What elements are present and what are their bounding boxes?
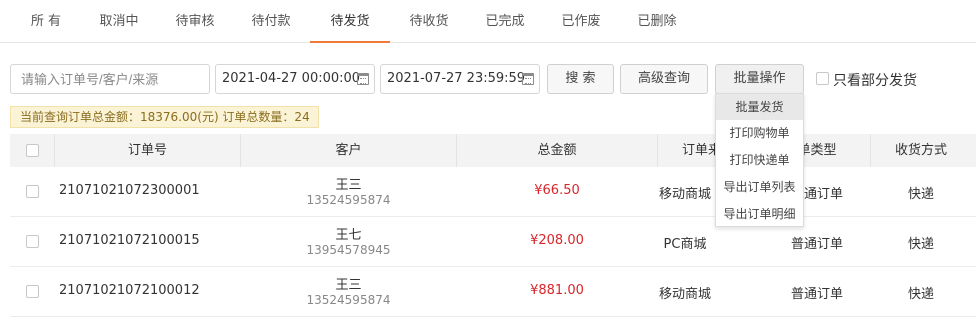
- tab-pending-shipment[interactable]: 待发货: [310, 0, 390, 43]
- calendar-icon[interactable]: [357, 73, 369, 85]
- tab-pending-shipment-label: 待发货: [330, 14, 370, 29]
- order-amount: ¥881.00: [530, 283, 584, 298]
- customer-name: 王三: [335, 178, 362, 193]
- header-customer: 客户: [335, 143, 362, 158]
- order-type: 普通订单: [790, 237, 843, 252]
- tab-deleted[interactable]: 已删除: [626, 0, 688, 43]
- search-input[interactable]: [10, 64, 210, 94]
- order-type: 普通订单: [790, 287, 843, 302]
- only-partial-shipment-checkbox[interactable]: [816, 72, 829, 85]
- tab-cancelling[interactable]: 取消中: [88, 0, 150, 43]
- table-row[interactable]: 21071021072100015 王七 13954578945 ¥208.00…: [10, 217, 976, 267]
- header-delivery-method: 收货方式: [894, 143, 947, 158]
- batch-operations-button[interactable]: 批量操作: [715, 64, 804, 94]
- tab-pending-receipt[interactable]: 待收货: [398, 0, 460, 43]
- order-status-tabs: 所 有 取消中 待审核 待付款 待发货 待收货 已完成 已作废 已删除: [0, 0, 976, 43]
- order-amount: ¥208.00: [530, 233, 584, 248]
- table-row[interactable]: 21071021072100012 王三 13524595874 ¥881.00…: [10, 267, 976, 317]
- delivery-method: 快递: [907, 287, 934, 302]
- start-date-field[interactable]: 2021-04-27 00:00:00: [215, 64, 375, 94]
- tab-pending-payment[interactable]: 待付款: [240, 0, 302, 43]
- delivery-method: 快递: [907, 237, 934, 252]
- select-all-checkbox[interactable]: [26, 144, 39, 157]
- order-amount: ¥66.50: [534, 183, 580, 198]
- customer-phone: 13954578945: [306, 243, 391, 257]
- tab-voided[interactable]: 已作废: [550, 0, 612, 43]
- customer-phone: 13524595874: [306, 193, 391, 207]
- order-number[interactable]: 21071021072100015: [59, 233, 200, 248]
- search-button[interactable]: 搜 索: [547, 64, 614, 94]
- menu-item-export-order-details[interactable]: 导出订单明细: [716, 201, 803, 227]
- batch-operations-menu: 批量发货 打印购物单 打印快递单 导出订单列表 导出订单明细: [715, 93, 804, 227]
- only-partial-shipment-label: 只看部分发货: [833, 73, 917, 89]
- menu-item-batch-ship[interactable]: 批量发货: [716, 94, 803, 120]
- row-checkbox[interactable]: [26, 285, 39, 298]
- customer-name: 王三: [335, 278, 362, 293]
- customer-phone: 13524595874: [306, 293, 391, 307]
- end-date-value: 2021-07-27 23:59:59: [387, 71, 526, 86]
- tab-pending-review[interactable]: 待审核: [164, 0, 226, 43]
- order-source: PC商城: [663, 237, 707, 252]
- order-number[interactable]: 21071021072300001: [59, 183, 200, 198]
- start-date-value: 2021-04-27 00:00:00: [222, 71, 361, 86]
- row-checkbox[interactable]: [26, 185, 39, 198]
- calendar-icon[interactable]: [522, 73, 534, 85]
- customer-name: 王七: [335, 228, 362, 243]
- menu-item-print-shopping-list[interactable]: 打印购物单: [716, 120, 803, 146]
- header-total-amount: 总金额: [537, 143, 577, 158]
- query-summary: 当前查询订单总金额：18376.00(元) 订单总数量：24: [10, 106, 319, 128]
- table-row[interactable]: 21071021072300001 王三 13524595874 ¥66.50 …: [10, 167, 976, 217]
- order-source: 移动商城: [658, 287, 711, 302]
- menu-item-export-order-list[interactable]: 导出订单列表: [716, 174, 803, 200]
- table-header: 订单号 客户 总金额 订单来源 单类型 收货方式: [10, 134, 976, 167]
- header-order-no: 订单号: [127, 143, 167, 158]
- active-tab-indicator: [310, 41, 390, 43]
- row-checkbox[interactable]: [26, 235, 39, 248]
- tab-all[interactable]: 所 有: [14, 0, 78, 43]
- order-number[interactable]: 21071021072100012: [59, 283, 200, 298]
- menu-item-print-express-waybill[interactable]: 打印快递单: [716, 147, 803, 173]
- advanced-search-button[interactable]: 高级查询: [620, 64, 708, 94]
- tab-completed[interactable]: 已完成: [474, 0, 536, 43]
- end-date-field[interactable]: 2021-07-27 23:59:59: [380, 64, 540, 94]
- delivery-method: 快递: [907, 187, 934, 202]
